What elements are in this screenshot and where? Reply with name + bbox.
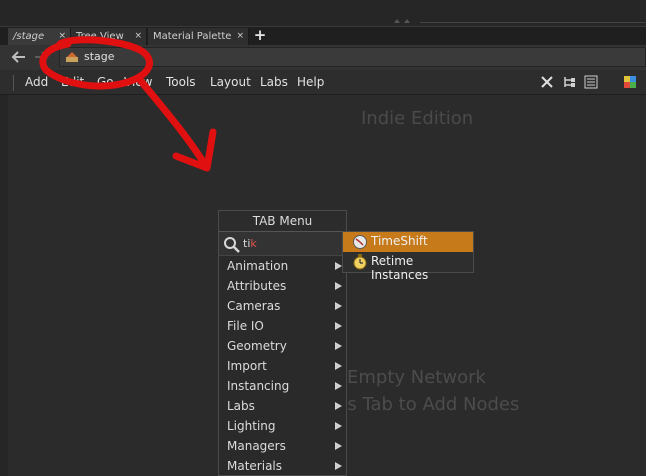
category-label: Geometry (227, 339, 287, 353)
menu-tools[interactable]: Tools (166, 75, 196, 89)
menu-edit[interactable]: Edit (61, 75, 84, 89)
tab-close-icon[interactable]: × (134, 28, 142, 45)
category-labs[interactable]: Labs (219, 396, 346, 416)
menu-view[interactable]: View (124, 75, 152, 89)
search-results: TimeShift Retime Instances (342, 231, 474, 282)
submenu-arrow-icon (335, 282, 342, 290)
list-icon[interactable] (584, 75, 598, 89)
forward-button[interactable] (33, 50, 51, 65)
pane-split-handle[interactable] (404, 19, 412, 23)
palette-icon[interactable] (623, 75, 637, 89)
path-label: stage (84, 50, 115, 63)
divider (13, 75, 14, 91)
result-timeshift[interactable]: TimeShift (343, 232, 473, 252)
category-label: Attributes (227, 279, 287, 293)
tab-stage[interactable]: /stage × (8, 28, 71, 45)
menu-labs[interactable]: Labs (260, 75, 288, 89)
category-label: Cameras (227, 299, 281, 313)
menu-add[interactable]: Add (25, 75, 48, 89)
timeshift-icon (353, 235, 367, 249)
indie-watermark: Indie Edition (361, 108, 474, 129)
search-input[interactable]: tik (243, 237, 257, 250)
result-retime-instances[interactable]: Retime Instances (343, 252, 473, 282)
submenu-arrow-icon (335, 342, 342, 350)
submenu-arrow-icon (335, 422, 342, 430)
tab-label: /stage (13, 31, 45, 42)
category-label: Labs (227, 399, 255, 413)
category-label: Lighting (227, 419, 276, 433)
category-lighting[interactable]: Lighting (219, 416, 346, 436)
tab-menu-title: TAB Menu (219, 211, 346, 231)
add-tab-button[interactable]: + (251, 27, 269, 45)
stage-icon (66, 52, 78, 62)
path-bar: stage (0, 45, 646, 71)
menu-help[interactable]: Help (297, 75, 324, 89)
back-button[interactable] (11, 50, 29, 65)
submenu-arrow-icon (335, 302, 342, 310)
menu-layout[interactable]: Layout (210, 75, 251, 89)
category-label: Animation (227, 259, 289, 273)
category-label: Instancing (227, 379, 290, 393)
category-label: Import (227, 359, 267, 373)
result-label: TimeShift (371, 234, 428, 248)
submenu-arrow-icon (335, 262, 342, 270)
tree-icon[interactable] (562, 75, 576, 89)
tab-close-icon[interactable]: × (58, 28, 66, 45)
tab-label: Tree View (76, 31, 124, 42)
category-animation[interactable]: Animation (219, 256, 346, 276)
wrench-icon[interactable] (540, 75, 554, 89)
menu-go[interactable]: Go (97, 75, 114, 89)
path-field[interactable]: stage (59, 47, 646, 67)
tab-menu: TAB Menu tik Animation Attributes Camera… (218, 210, 347, 476)
search-highlight: k (250, 237, 257, 250)
submenu-arrow-icon (335, 442, 342, 450)
submenu-arrow-icon (335, 322, 342, 330)
category-materials[interactable]: Materials (219, 456, 346, 476)
empty-network-hint: ss Tab to Add Nodes (338, 394, 520, 415)
pane-tab-bar: /stage × Tree View × Material Palette × … (0, 26, 646, 46)
category-managers[interactable]: Managers (219, 436, 346, 456)
window-top-strip (0, 0, 646, 26)
tab-label: Material Palette (153, 31, 232, 42)
category-geometry[interactable]: Geometry (219, 336, 346, 356)
submenu-arrow-icon (335, 362, 342, 370)
retime-icon (353, 254, 367, 270)
network-menu-bar: Add Edit Go View Tools Layout Labs Help (0, 70, 646, 95)
category-label: Managers (227, 439, 286, 453)
tab-material-palette[interactable]: Material Palette × (148, 28, 249, 45)
empty-network-text: Empty Network (347, 367, 486, 388)
category-cameras[interactable]: Cameras (219, 296, 346, 316)
category-attributes[interactable]: Attributes (219, 276, 346, 296)
pane-split-handle[interactable] (394, 19, 402, 23)
result-label: Retime Instances (371, 254, 429, 282)
submenu-arrow-icon (335, 382, 342, 390)
category-instancing[interactable]: Instancing (219, 376, 346, 396)
submenu-arrow-icon (335, 462, 342, 470)
category-label: Materials (227, 459, 283, 473)
tab-menu-search[interactable]: tik (219, 231, 346, 256)
tab-close-icon[interactable]: × (236, 28, 244, 45)
divider (420, 22, 646, 23)
forward-arrow-icon (35, 51, 49, 63)
tab-tree-view[interactable]: Tree View × (71, 28, 147, 45)
submenu-arrow-icon (335, 402, 342, 410)
category-import[interactable]: Import (219, 356, 346, 376)
search-icon (224, 237, 240, 253)
back-arrow-icon (11, 51, 25, 63)
category-label: File IO (227, 319, 264, 333)
category-file-io[interactable]: File IO (219, 316, 346, 336)
